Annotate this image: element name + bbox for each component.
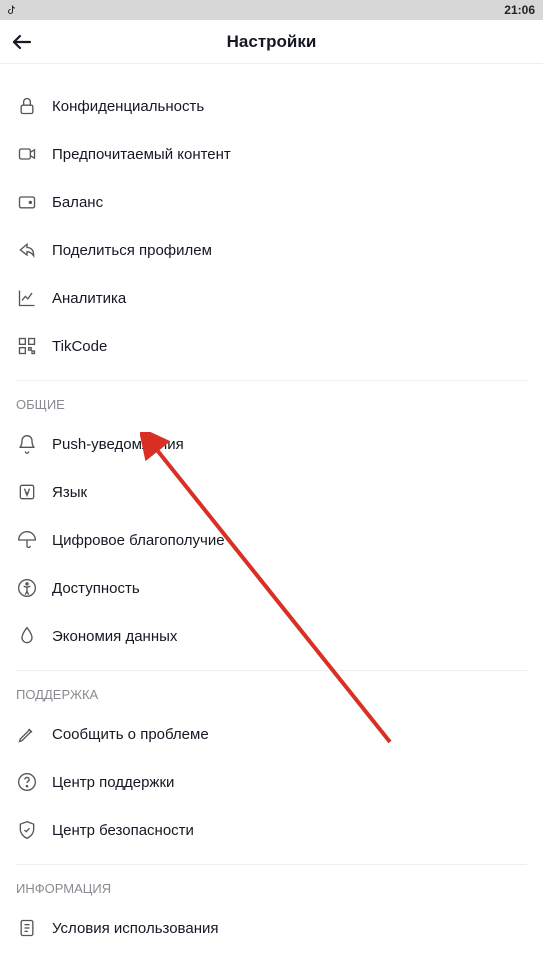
bell-icon [16, 433, 38, 455]
row-label: Экономия данных [52, 628, 177, 645]
row-community-guidelines[interactable]: Правила сообщества [0, 952, 543, 962]
wallet-icon [16, 191, 38, 213]
row-tikcode[interactable]: TikCode [0, 322, 543, 370]
row-label: Центр поддержки [52, 774, 174, 791]
share-icon [16, 239, 38, 261]
row-push-notifications[interactable]: Push-уведомления [0, 420, 543, 468]
lock-icon [16, 95, 38, 117]
row-label: Цифровое благополучие [52, 532, 225, 549]
row-help-center[interactable]: Центр поддержки [0, 758, 543, 806]
row-language[interactable]: Язык [0, 468, 543, 516]
qr-icon [16, 335, 38, 357]
row-label: Центр безопасности [52, 822, 194, 839]
row-label: Поделиться профилем [52, 242, 212, 259]
video-icon [16, 143, 38, 165]
arrow-left-icon [10, 30, 34, 54]
section-support: ПОДДЕРЖКА [0, 671, 543, 710]
header: Настройки [0, 20, 543, 64]
document-icon [16, 917, 38, 939]
row-safety-center[interactable]: Центр безопасности [0, 806, 543, 854]
status-bar: 21:06 [0, 0, 543, 20]
row-report-problem[interactable]: Сообщить о проблеме [0, 710, 543, 758]
analytics-icon [16, 287, 38, 309]
shield-icon [16, 819, 38, 841]
row-content-preferences[interactable]: Предпочитаемый контент [0, 130, 543, 178]
back-button[interactable] [10, 20, 50, 64]
row-privacy[interactable]: Конфиденциальность [0, 82, 543, 130]
data-saver-icon [16, 625, 38, 647]
help-icon [16, 771, 38, 793]
row-label: Сообщить о проблеме [52, 726, 209, 743]
row-analytics[interactable]: Аналитика [0, 274, 543, 322]
row-label: Предпочитаемый контент [52, 146, 231, 163]
row-label: Язык [52, 484, 87, 501]
row-label: Push-уведомления [52, 436, 184, 453]
tiktok-status-icon [8, 4, 20, 16]
row-label: Баланс [52, 194, 103, 211]
umbrella-icon [16, 529, 38, 551]
row-share-profile[interactable]: Поделиться профилем [0, 226, 543, 274]
row-digital-wellbeing[interactable]: Цифровое благополучие [0, 516, 543, 564]
accessibility-icon [16, 577, 38, 599]
row-label: Доступность [52, 580, 140, 597]
row-label: Конфиденциальность [52, 98, 204, 115]
row-balance[interactable]: Баланс [0, 178, 543, 226]
section-info: ИНФОРМАЦИЯ [0, 865, 543, 904]
page-title: Настройки [227, 32, 317, 52]
row-label: Аналитика [52, 290, 126, 307]
settings-list[interactable]: Конфиденциальность Предпочитаемый контен… [0, 64, 543, 962]
row-terms[interactable]: Условия использования [0, 904, 543, 952]
section-general: ОБЩИЕ [0, 381, 543, 420]
pencil-icon [16, 723, 38, 745]
row-label: TikCode [52, 338, 107, 355]
language-icon [16, 481, 38, 503]
status-time: 21:06 [504, 3, 535, 17]
row-accessibility[interactable]: Доступность [0, 564, 543, 612]
row-label: Условия использования [52, 920, 219, 937]
row-data-saver[interactable]: Экономия данных [0, 612, 543, 660]
